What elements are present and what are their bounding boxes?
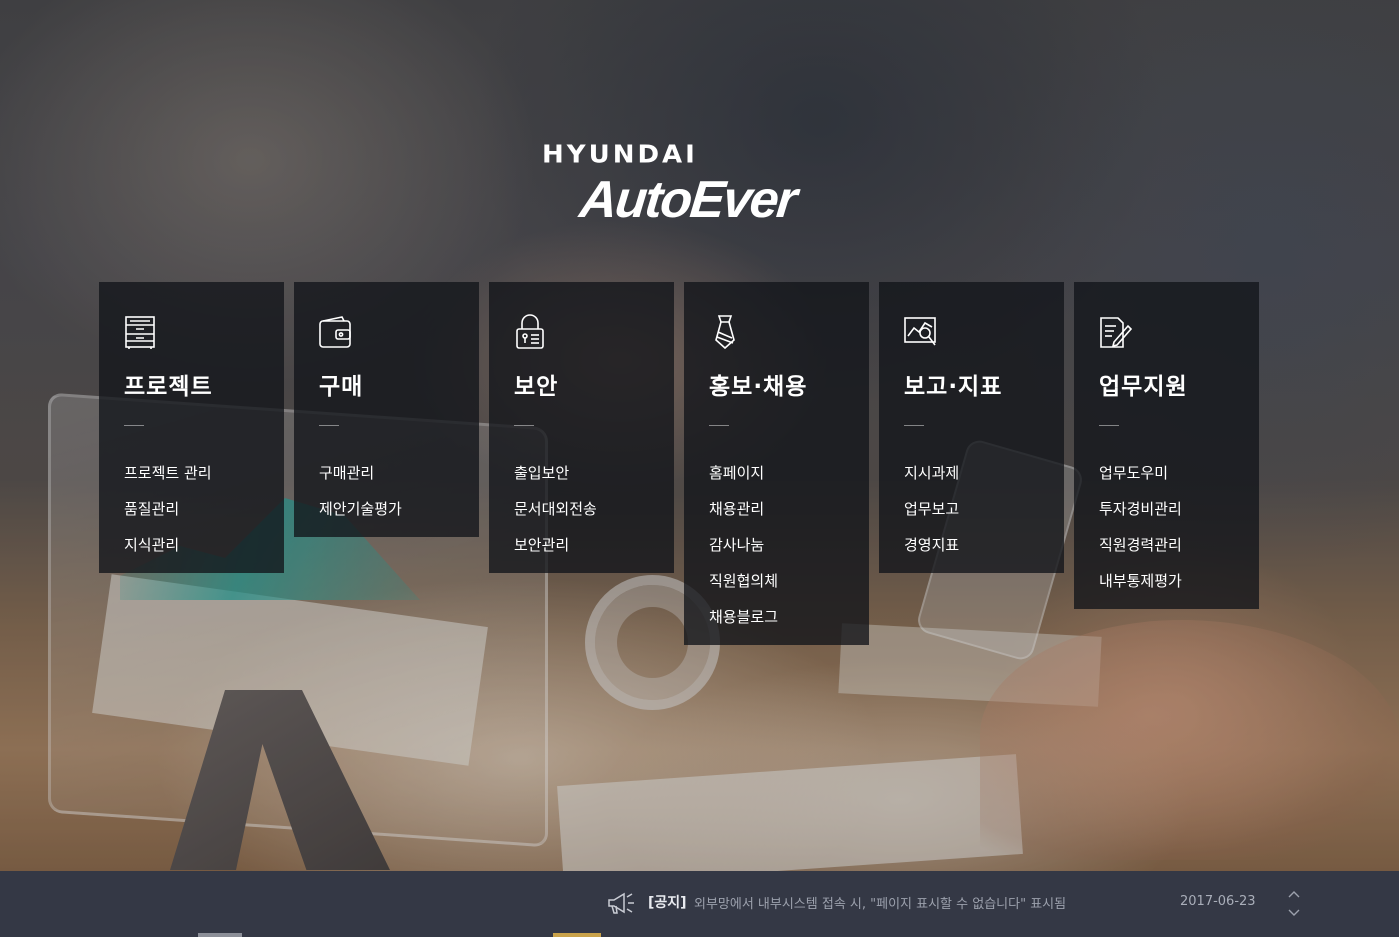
menu-panel-pr-recruit: 홍보·채용 홈페이지 채용관리 감사나눔 직원협의체 채용블로그: [684, 282, 869, 645]
hyundai-autoever-logo[interactable]: HYUNDAI AutoEver: [542, 140, 822, 229]
chart-magnifier-icon: [903, 314, 937, 350]
divider: [709, 425, 729, 426]
logo-autoever-text: AutoEver: [576, 171, 799, 229]
menu-link-career-management[interactable]: 직원경력관리: [1099, 527, 1182, 563]
menu-links: 구매관리 제안기술평가: [319, 455, 402, 527]
menu-panel-purchase: 구매 구매관리 제안기술평가: [294, 282, 479, 537]
background-paper: [92, 574, 488, 766]
wallet-icon: [318, 314, 352, 350]
menu-links: 업무도우미 투자경비관리 직원경력관리 내부통제평가: [1099, 455, 1182, 599]
background-paper: [838, 623, 1102, 707]
notice-date: 2017-06-23: [1180, 894, 1256, 909]
document-pen-icon: [1098, 314, 1132, 350]
menu-title: 보고·지표: [904, 374, 1003, 400]
menu-panel-report-index: 보고·지표 지시과제 업무보고 경영지표: [879, 282, 1064, 573]
menu-link-security-management[interactable]: 보안관리: [514, 527, 597, 563]
lock-icon: [513, 314, 547, 350]
cabinet-icon: [123, 314, 157, 350]
menu-links: 프로젝트 관리 품질관리 지식관리: [124, 455, 212, 563]
menu-link-recruit-blog[interactable]: 채용블로그: [709, 599, 778, 635]
indicator-line: [198, 933, 242, 937]
menu-title: 보안: [514, 374, 559, 400]
divider: [514, 425, 534, 426]
menu-panel-security: 보안 출입보안 문서대외전송 보안관리: [489, 282, 674, 573]
menu-links: 지시과제 업무보고 경영지표: [904, 455, 959, 563]
menu-link-work-helper[interactable]: 업무도우미: [1099, 455, 1182, 491]
menu-links: 홈페이지 채용관리 감사나눔 직원협의체 채용블로그: [709, 455, 778, 635]
background-stand: [170, 690, 390, 870]
menu-link-knowledge-management[interactable]: 지식관리: [124, 527, 212, 563]
divider: [1099, 425, 1119, 426]
notice-prev-button[interactable]: [1287, 889, 1301, 899]
notice-next-button[interactable]: [1287, 908, 1301, 918]
background-paper: [557, 754, 1023, 871]
menu-title: 업무지원: [1099, 374, 1188, 400]
menu-title: 홍보·채용: [709, 374, 808, 400]
menu-link-access-security[interactable]: 출입보안: [514, 455, 597, 491]
menu-link-quality-management[interactable]: 품질관리: [124, 491, 212, 527]
menu-link-management-index[interactable]: 경영지표: [904, 527, 959, 563]
notice-tag: [공지]: [648, 895, 687, 911]
menu-link-homepage[interactable]: 홈페이지: [709, 455, 778, 491]
menu-panel-work-support: 업무지원 업무도우미 투자경비관리 직원경력관리 내부통제평가: [1074, 282, 1259, 609]
divider: [319, 425, 339, 426]
indicator-line-active: [553, 933, 601, 937]
menu-title: 프로젝트: [124, 374, 213, 400]
menu-link-internal-control[interactable]: 내부통제평가: [1099, 563, 1182, 599]
menu-link-recruit-management[interactable]: 채용관리: [709, 491, 778, 527]
menu-link-directives[interactable]: 지시과제: [904, 455, 959, 491]
menu-link-document-transfer[interactable]: 문서대외전송: [514, 491, 597, 527]
megaphone-icon: [606, 890, 636, 916]
background-hand: [980, 620, 1399, 860]
menu-link-proposal-evaluation[interactable]: 제안기술평가: [319, 491, 402, 527]
logo-hyundai-text: HYUNDAI: [542, 140, 698, 170]
menu-panel-project: 프로젝트 프로젝트 관리 품질관리 지식관리: [99, 282, 284, 573]
divider: [124, 425, 144, 426]
necktie-icon: [708, 314, 742, 350]
menu-link-employee-council[interactable]: 직원협의체: [709, 563, 778, 599]
menu-link-purchase-management[interactable]: 구매관리: [319, 455, 402, 491]
menu-link-investment-expense[interactable]: 투자경비관리: [1099, 491, 1182, 527]
menu-title: 구매: [319, 374, 364, 400]
menu-link-gratitude-sharing[interactable]: 감사나눔: [709, 527, 778, 563]
divider: [904, 425, 924, 426]
menu-link-project-management[interactable]: 프로젝트 관리: [124, 455, 212, 491]
notice-bar: [공지] 외부망에서 내부시스템 접속 시, "페이지 표시할 수 없습니다" …: [0, 871, 1399, 937]
menu-link-work-report[interactable]: 업무보고: [904, 491, 959, 527]
menu-links: 출입보안 문서대외전송 보안관리: [514, 455, 597, 563]
notice-message[interactable]: 외부망에서 내부시스템 접속 시, "페이지 표시할 수 없습니다" 표시됨: [694, 893, 1066, 912]
